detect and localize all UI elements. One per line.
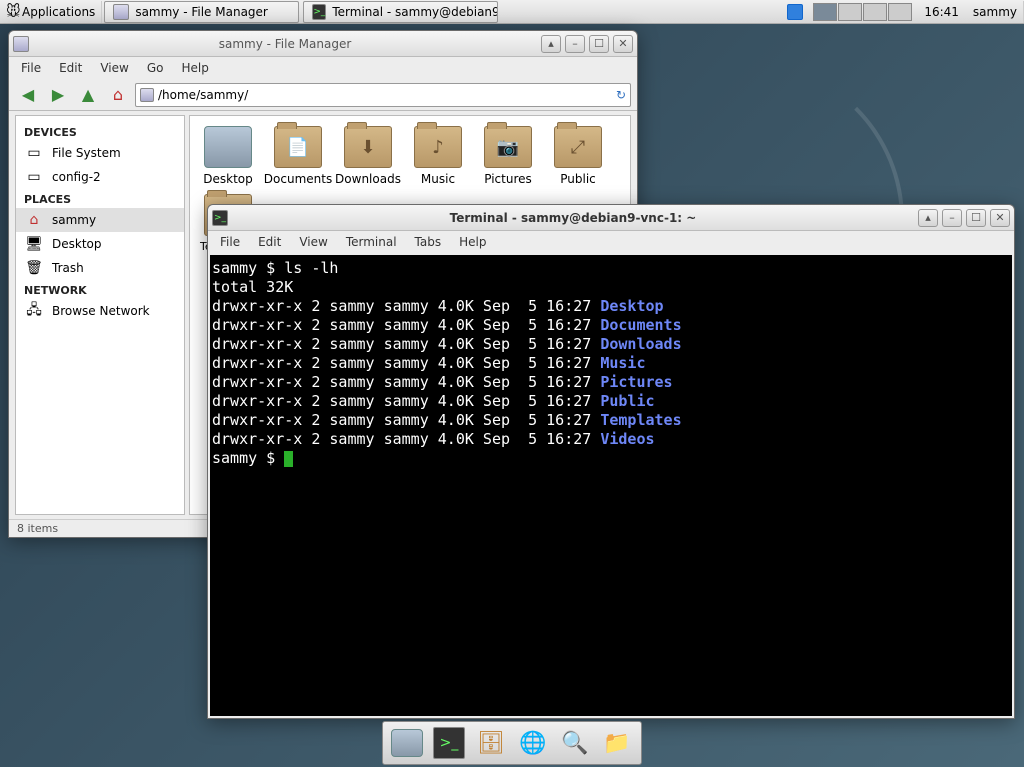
- taskbar-item-terminal[interactable]: >_ Terminal - sammy@debian9-vnc...: [303, 1, 498, 23]
- dock: >_ 🗄 🌐 🔍 📁: [382, 721, 642, 765]
- sb-header-devices: DEVICES: [16, 122, 184, 141]
- fm-menu-edit[interactable]: Edit: [51, 59, 90, 77]
- term-titlebar[interactable]: >_ Terminal - sammy@debian9-vnc-1: ~ ▴ –…: [208, 205, 1014, 231]
- sidebar-item-sammy[interactable]: ⌂sammy: [16, 208, 184, 232]
- fm-menu-view[interactable]: View: [92, 59, 136, 77]
- dock-browser[interactable]: 🌐: [515, 725, 551, 761]
- desktop-folder-icon: [204, 126, 252, 168]
- dock-terminal[interactable]: >_: [431, 725, 467, 761]
- path-text: /home/sammy/: [158, 88, 248, 102]
- music-folder-icon: ♪: [414, 126, 462, 168]
- folder-icon: [140, 88, 154, 102]
- fm-title: sammy - File Manager: [33, 37, 537, 51]
- fm-menu-go[interactable]: Go: [139, 59, 172, 77]
- term-close-button[interactable]: ✕: [990, 209, 1010, 227]
- sidebar-item-filesystem[interactable]: ▭File System: [16, 141, 184, 165]
- folder-documents[interactable]: 📄Documents: [270, 126, 326, 186]
- fm-close-button[interactable]: ✕: [613, 35, 633, 53]
- folder-public[interactable]: ⤢Public: [550, 126, 606, 186]
- tray-icon[interactable]: [787, 4, 803, 20]
- workspace-3[interactable]: [863, 3, 887, 21]
- documents-folder-icon: 📄: [274, 126, 322, 168]
- nav-forward-button[interactable]: ▶: [45, 82, 71, 108]
- folder-music[interactable]: ♪Music: [410, 126, 466, 186]
- desktop-icon: 🖥: [24, 235, 44, 253]
- sidebar-item-desktop[interactable]: 🖥Desktop: [16, 232, 184, 256]
- terminal-window-icon: >_: [212, 210, 228, 226]
- workspace-1[interactable]: [813, 3, 837, 21]
- dock-files[interactable]: 🗄: [473, 725, 509, 761]
- fm-window-icon: [13, 36, 29, 52]
- fm-sidebar: DEVICES ▭File System ▭config-2 PLACES ⌂s…: [15, 115, 185, 515]
- path-bar[interactable]: /home/sammy/ ↻: [135, 83, 631, 107]
- fm-toolbar: ◀ ▶ ▲ ⌂ /home/sammy/ ↻: [9, 79, 637, 111]
- term-title: Terminal - sammy@debian9-vnc-1: ~: [232, 211, 914, 225]
- terminal-window: >_ Terminal - sammy@debian9-vnc-1: ~ ▴ –…: [207, 204, 1015, 719]
- workspace-2[interactable]: [838, 3, 862, 21]
- term-menubar: File Edit View Terminal Tabs Help: [208, 231, 1014, 253]
- workspace-4[interactable]: [888, 3, 912, 21]
- downloads-folder-icon: ⬇: [344, 126, 392, 168]
- folder-downloads[interactable]: ⬇Downloads: [340, 126, 396, 186]
- applications-label: Applications: [22, 5, 95, 19]
- sidebar-item-config2[interactable]: ▭config-2: [16, 165, 184, 189]
- desktop-icon: [391, 729, 423, 757]
- pictures-folder-icon: 📷: [484, 126, 532, 168]
- sidebar-item-trash[interactable]: 🗑Trash: [16, 256, 184, 280]
- folder-desktop[interactable]: Desktop: [200, 126, 256, 186]
- fm-maximize-button[interactable]: ☐: [589, 35, 609, 53]
- dock-show-desktop[interactable]: [389, 725, 425, 761]
- nav-up-button[interactable]: ▲: [75, 82, 101, 108]
- terminal-icon: >_: [312, 4, 326, 20]
- dock-search[interactable]: 🔍: [557, 725, 593, 761]
- term-menu-edit[interactable]: Edit: [250, 233, 289, 251]
- drive-icon: ▭: [24, 168, 44, 186]
- trash-icon: 🗑: [24, 259, 44, 277]
- term-minimize-button[interactable]: –: [942, 209, 962, 227]
- xfce-icon: [6, 4, 22, 20]
- top-panel: Applications sammy - File Manager >_ Ter…: [0, 0, 1024, 24]
- term-menu-tabs[interactable]: Tabs: [407, 233, 450, 251]
- fm-menubar: File Edit View Go Help: [9, 57, 637, 79]
- term-menu-help[interactable]: Help: [451, 233, 494, 251]
- drive-icon: ▭: [24, 144, 44, 162]
- user-menu[interactable]: sammy: [967, 1, 1024, 23]
- taskbar-item-filemanager[interactable]: sammy - File Manager: [104, 1, 299, 23]
- panel-tray: [781, 4, 809, 20]
- dock-folder[interactable]: 📁: [599, 725, 635, 761]
- sb-header-network: NETWORK: [16, 280, 184, 299]
- term-maximize-button[interactable]: ☐: [966, 209, 986, 227]
- fm-shade-button[interactable]: ▴: [541, 35, 561, 53]
- sidebar-item-network[interactable]: 🖧Browse Network: [16, 299, 184, 323]
- applications-menu[interactable]: Applications: [0, 1, 102, 23]
- clock[interactable]: 16:41: [916, 5, 967, 19]
- fm-minimize-button[interactable]: –: [565, 35, 585, 53]
- filemanager-icon: [113, 4, 129, 20]
- magnifier-icon: 🔍: [561, 731, 588, 756]
- fm-titlebar[interactable]: sammy - File Manager ▴ – ☐ ✕: [9, 31, 637, 57]
- fm-menu-file[interactable]: File: [13, 59, 49, 77]
- term-menu-view[interactable]: View: [291, 233, 335, 251]
- sb-header-places: PLACES: [16, 189, 184, 208]
- term-menu-terminal[interactable]: Terminal: [338, 233, 405, 251]
- workspace-pager[interactable]: [809, 3, 916, 21]
- term-menu-file[interactable]: File: [212, 233, 248, 251]
- nav-home-button[interactable]: ⌂: [105, 82, 131, 108]
- folder-pictures[interactable]: 📷Pictures: [480, 126, 536, 186]
- refresh-icon[interactable]: ↻: [616, 88, 626, 102]
- network-icon: 🖧: [24, 302, 44, 320]
- public-folder-icon: ⤢: [554, 126, 602, 168]
- home-icon: ⌂: [24, 211, 44, 229]
- terminal-content[interactable]: sammy $ ls -lh total 32K drwxr-xr-x 2 sa…: [210, 255, 1012, 716]
- fm-menu-help[interactable]: Help: [173, 59, 216, 77]
- term-shade-button[interactable]: ▴: [918, 209, 938, 227]
- terminal-icon: >_: [433, 727, 465, 759]
- nav-back-button[interactable]: ◀: [15, 82, 41, 108]
